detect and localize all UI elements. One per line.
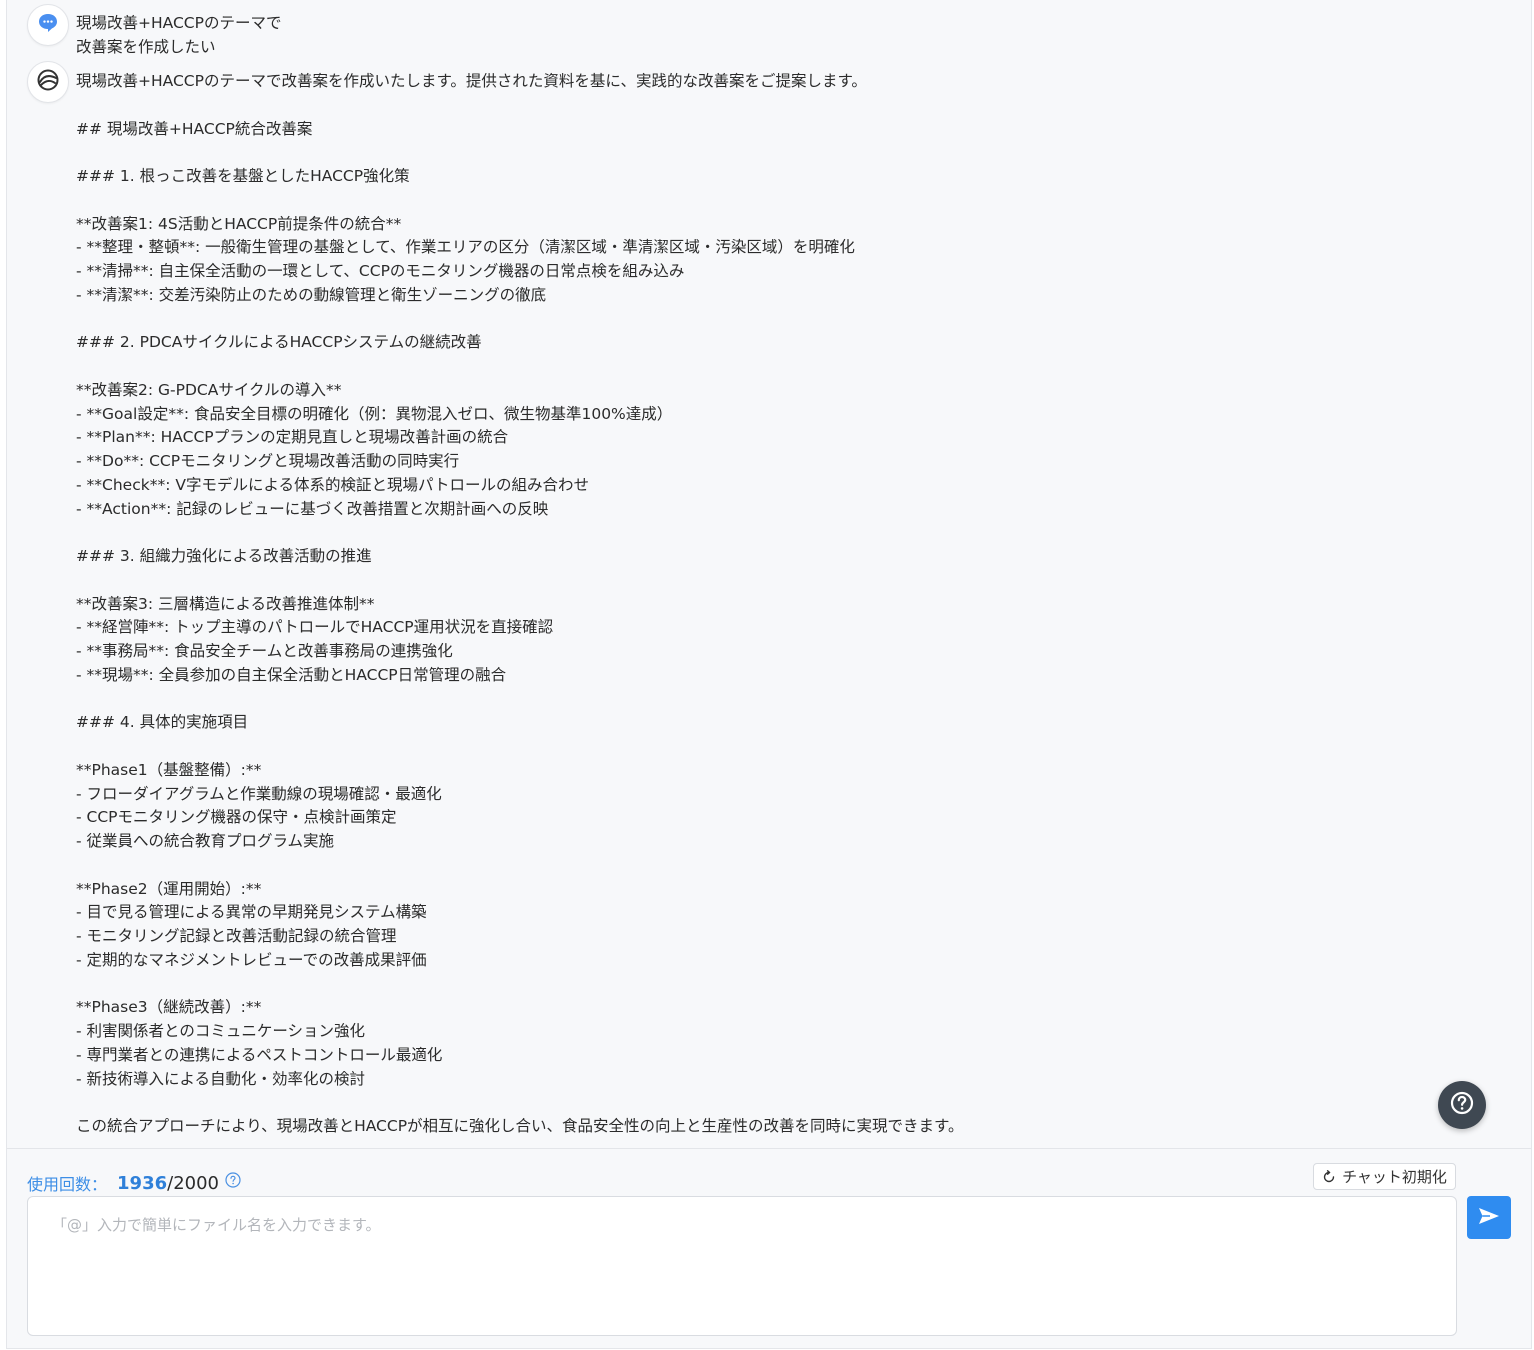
send-button[interactable] bbox=[1467, 1196, 1511, 1239]
bot-message-line: - 従業員への統合教育プログラム実施 bbox=[76, 832, 335, 850]
bot-message-line: - **Check**: V字モデルによる体系的検証と現場パトロールの組み合わせ bbox=[76, 475, 589, 494]
bot-message-line: - **事務局**: 食品安全チームと改善事務局の連携強化 bbox=[76, 642, 453, 660]
bot-message-line: **改善案2: G-PDCAサイクルの導入** bbox=[76, 380, 342, 399]
bot-message-line: **改善案3: 三層構造による改善推進体制** bbox=[76, 594, 375, 613]
reset-chat-label: チャット初期化 bbox=[1342, 1168, 1447, 1186]
bot-avatar bbox=[27, 61, 69, 103]
bot-message-line bbox=[76, 1091, 964, 1115]
bot-message-line: **Phase2（運用開始）:** bbox=[76, 879, 262, 898]
chat-history[interactable]: 現場改善+HACCPのテーマで 改善案を作成したい 現場改善+HACCPのテーマで… bbox=[7, 0, 1531, 1148]
bot-message-line: ## 現場改善+HACCP統合改善案 bbox=[76, 119, 313, 138]
bot-message: 現場改善+HACCPのテーマで改善案を作成いたします。提供された資料を基に、実践… bbox=[76, 70, 964, 1139]
message-input-box bbox=[27, 1196, 1457, 1336]
bot-message-line: - **Goal設定**: 食品安全目標の明確化（例：異物混入ゼロ、微生物基準1… bbox=[76, 404, 673, 423]
usage-count: 1936 bbox=[117, 1172, 168, 1194]
composer: 使用回数： 1936 /2000 チャット初期化 bbox=[7, 1149, 1531, 1348]
bot-message-line: **Phase3（継続改善）:** bbox=[76, 998, 262, 1017]
usage-counter: 使用回数： 1936 /2000 bbox=[27, 1171, 241, 1195]
bot-message-line: - **Plan**: HACCPプランの定期見直しと現場改善計画の統合 bbox=[76, 428, 509, 447]
bot-message-line bbox=[76, 854, 964, 878]
bot-message-line: - フローダイアグラムと作業動線の現場確認・最適化 bbox=[76, 784, 442, 803]
bot-message-line bbox=[76, 141, 964, 165]
bot-message-line bbox=[76, 688, 964, 712]
bot-message-line: - CCPモニタリング機器の保守・点検計画策定 bbox=[76, 808, 397, 827]
user-avatar bbox=[27, 4, 69, 46]
bot-message-line bbox=[76, 569, 964, 593]
bot-message-line bbox=[76, 735, 964, 759]
bot-message-line: ### 2. PDCAサイクルによるHACCPシステムの継続改善 bbox=[76, 333, 482, 352]
bot-message-line bbox=[76, 94, 964, 118]
bot-message-line: - **Action**: 記録のレビューに基づく改善措置と次期計画への反映 bbox=[76, 499, 549, 518]
bot-message-line: - **Do**: CCPモニタリングと現場改善活動の同時実行 bbox=[76, 452, 460, 470]
bot-message-line bbox=[76, 521, 964, 545]
bot-logo-icon bbox=[35, 67, 61, 97]
reset-chat-button[interactable]: チャット初期化 bbox=[1313, 1163, 1456, 1190]
bot-message-line bbox=[76, 973, 964, 997]
bot-message-line: ### 4. 具体的実施項目 bbox=[76, 713, 249, 732]
app-frame: 現場改善+HACCPのテーマで 改善案を作成したい 現場改善+HACCPのテーマで… bbox=[6, 0, 1532, 1349]
bot-message-line bbox=[76, 355, 964, 379]
usage-label: 使用回数： bbox=[27, 1175, 108, 1194]
bot-message-line: - 目で見る管理による異常の早期発見システム構築 bbox=[76, 903, 427, 922]
refresh-icon bbox=[1322, 1169, 1336, 1184]
help-button[interactable] bbox=[1438, 1081, 1486, 1129]
bot-message-line: **改善案1: 4S活動とHACCP前提条件の統合** bbox=[76, 214, 402, 233]
bot-message-line: ### 3. 組織力強化による改善活動の推進 bbox=[76, 547, 372, 565]
user-message-line: 改善案を作成したい bbox=[76, 37, 216, 56]
bot-message-line: - 専門業者との連携によるペストコントロール最適化 bbox=[76, 1045, 443, 1064]
bot-message-line: - **清掃**: 自主保全活動の一環として、CCPのモニタリング機器の日常点検… bbox=[76, 262, 685, 280]
bot-message-line: - モニタリング記録と改善活動記録の統合管理 bbox=[76, 927, 397, 945]
message-input[interactable] bbox=[28, 1197, 1456, 1335]
user-message: 現場改善+HACCPのテーマで 改善案を作成したい bbox=[76, 12, 281, 60]
bot-message-line: - 利害関係者とのコミュニケーション強化 bbox=[76, 1022, 366, 1040]
usage-total: /2000 bbox=[167, 1172, 219, 1194]
bot-message-line: **Phase1（基盤整備）:** bbox=[76, 760, 262, 779]
bot-message-line: - **経営陣**: トップ主導のパトロールでHACCP運用状況を直接確認 bbox=[76, 618, 554, 637]
bot-message-line: - **現場**: 全員参加の自主保全活動とHACCP日常管理の融合 bbox=[76, 665, 507, 684]
user-message-line: 現場改善+HACCPのテーマで bbox=[76, 14, 282, 32]
bot-message-line: - 定期的なマネジメントレビューでの改善成果評価 bbox=[76, 950, 427, 969]
send-icon bbox=[1478, 1207, 1500, 1229]
bot-message-line: ### 1. 根っこ改善を基盤としたHACCP強化策 bbox=[76, 167, 410, 185]
bot-message-line: 現場改善+HACCPのテーマで改善案を作成いたします。提供された資料を基に、実践… bbox=[76, 72, 867, 90]
question-icon bbox=[1449, 1090, 1475, 1120]
bot-message-line: - **整理・整頓**: 一般衛生管理の基盤として、作業エリアの区分（清潔区域・… bbox=[76, 238, 855, 257]
bot-message-line bbox=[76, 189, 964, 213]
bot-message-line bbox=[76, 308, 964, 332]
bot-message-line: - 新技術導入による自動化・効率化の検討 bbox=[76, 1069, 366, 1088]
question-circle-icon[interactable] bbox=[225, 1172, 241, 1188]
bot-message-line: この統合アプローチにより、現場改善とHACCPが相互に強化し合い、食品安全性の向… bbox=[76, 1117, 964, 1135]
bot-message-line: - **清潔**: 交差汚染防止のための動線管理と衛生ゾーニングの徹底 bbox=[76, 285, 547, 304]
chat-bubble-icon bbox=[37, 12, 59, 38]
